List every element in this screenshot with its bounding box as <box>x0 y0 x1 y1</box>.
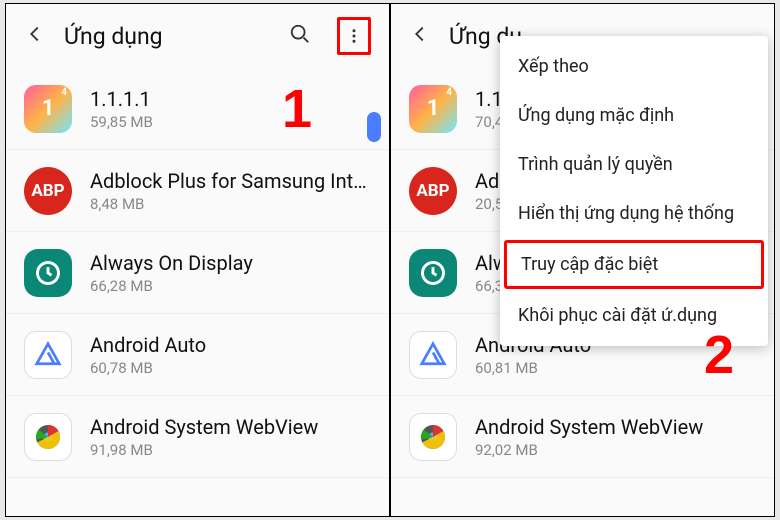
menu-special-access[interactable]: Truy cập đặc biệt <box>504 240 764 289</box>
app-icon-abp: ABP <box>409 167 457 215</box>
list-item[interactable]: Android System WebView 92,02 MB <box>391 396 774 478</box>
back-icon[interactable] <box>24 23 46 49</box>
back-icon[interactable] <box>409 23 431 49</box>
annotation-step-2: 2 <box>704 324 734 386</box>
app-size: 59,85 MB <box>90 113 371 131</box>
scroll-handle[interactable] <box>367 112 381 142</box>
list-item[interactable]: Android System WebView 91,98 MB <box>6 396 389 478</box>
left-pane: Ứng dụng 1 1.1.1.1 59,85 MB ABP Adblock … <box>6 4 389 516</box>
list-item[interactable]: Android Auto 60,78 MB <box>6 314 389 396</box>
app-size: 8,48 MB <box>90 195 371 213</box>
app-name: 1.1.1.1 <box>90 87 371 111</box>
app-icon-android-auto <box>24 331 72 379</box>
header: Ứng dụng <box>6 4 389 68</box>
list-item[interactable]: ABP Adblock Plus for Samsung Internet 8,… <box>6 150 389 232</box>
app-size: 91,98 MB <box>90 441 371 459</box>
app-name: Android System WebView <box>90 415 371 439</box>
app-name: Android System WebView <box>475 415 756 439</box>
app-size: 66,28 MB <box>90 277 371 295</box>
menu-default-apps[interactable]: Ứng dụng mặc định <box>500 91 768 140</box>
list-item[interactable]: Always On Display 66,28 MB <box>6 232 389 314</box>
annotation-step-1: 1 <box>282 78 312 140</box>
app-icon-android-auto <box>409 331 457 379</box>
app-icon-1111: 1 <box>24 85 72 133</box>
app-list: 1 1.1.1.1 59,85 MB ABP Adblock Plus for … <box>6 68 389 478</box>
app-name: Always On Display <box>90 251 371 275</box>
app-name: Android Auto <box>90 333 371 357</box>
app-icon-aod <box>24 249 72 297</box>
search-icon[interactable] <box>289 23 311 49</box>
app-icon-webview <box>409 413 457 461</box>
app-icon-webview <box>24 413 72 461</box>
list-item[interactable]: 1 1.1.1.1 59,85 MB <box>6 68 389 150</box>
right-pane: Ứng dụ 1 1.1.1.1 70,46 MB ABP Adblock Pl… <box>391 4 774 516</box>
app-icon-aod <box>409 249 457 297</box>
app-icon-abp: ABP <box>24 167 72 215</box>
menu-sort-by[interactable]: Xếp theo <box>500 42 768 91</box>
page-title: Ứng dụng <box>64 23 271 50</box>
menu-show-system-apps[interactable]: Hiển thị ứng dụng hệ thống <box>500 189 768 238</box>
app-size: 60,78 MB <box>90 359 371 377</box>
menu-permission-manager[interactable]: Trình quản lý quyền <box>500 140 768 189</box>
app-icon-1111: 1 <box>409 85 457 133</box>
app-name: Adblock Plus for Samsung Internet <box>90 169 371 193</box>
app-size: 92,02 MB <box>475 441 756 459</box>
overflow-menu: Xếp theo Ứng dụng mặc định Trình quản lý… <box>500 36 768 346</box>
tutorial-side-by-side: Ứng dụng 1 1.1.1.1 59,85 MB ABP Adblock … <box>5 3 775 517</box>
more-options-icon[interactable] <box>337 17 371 55</box>
